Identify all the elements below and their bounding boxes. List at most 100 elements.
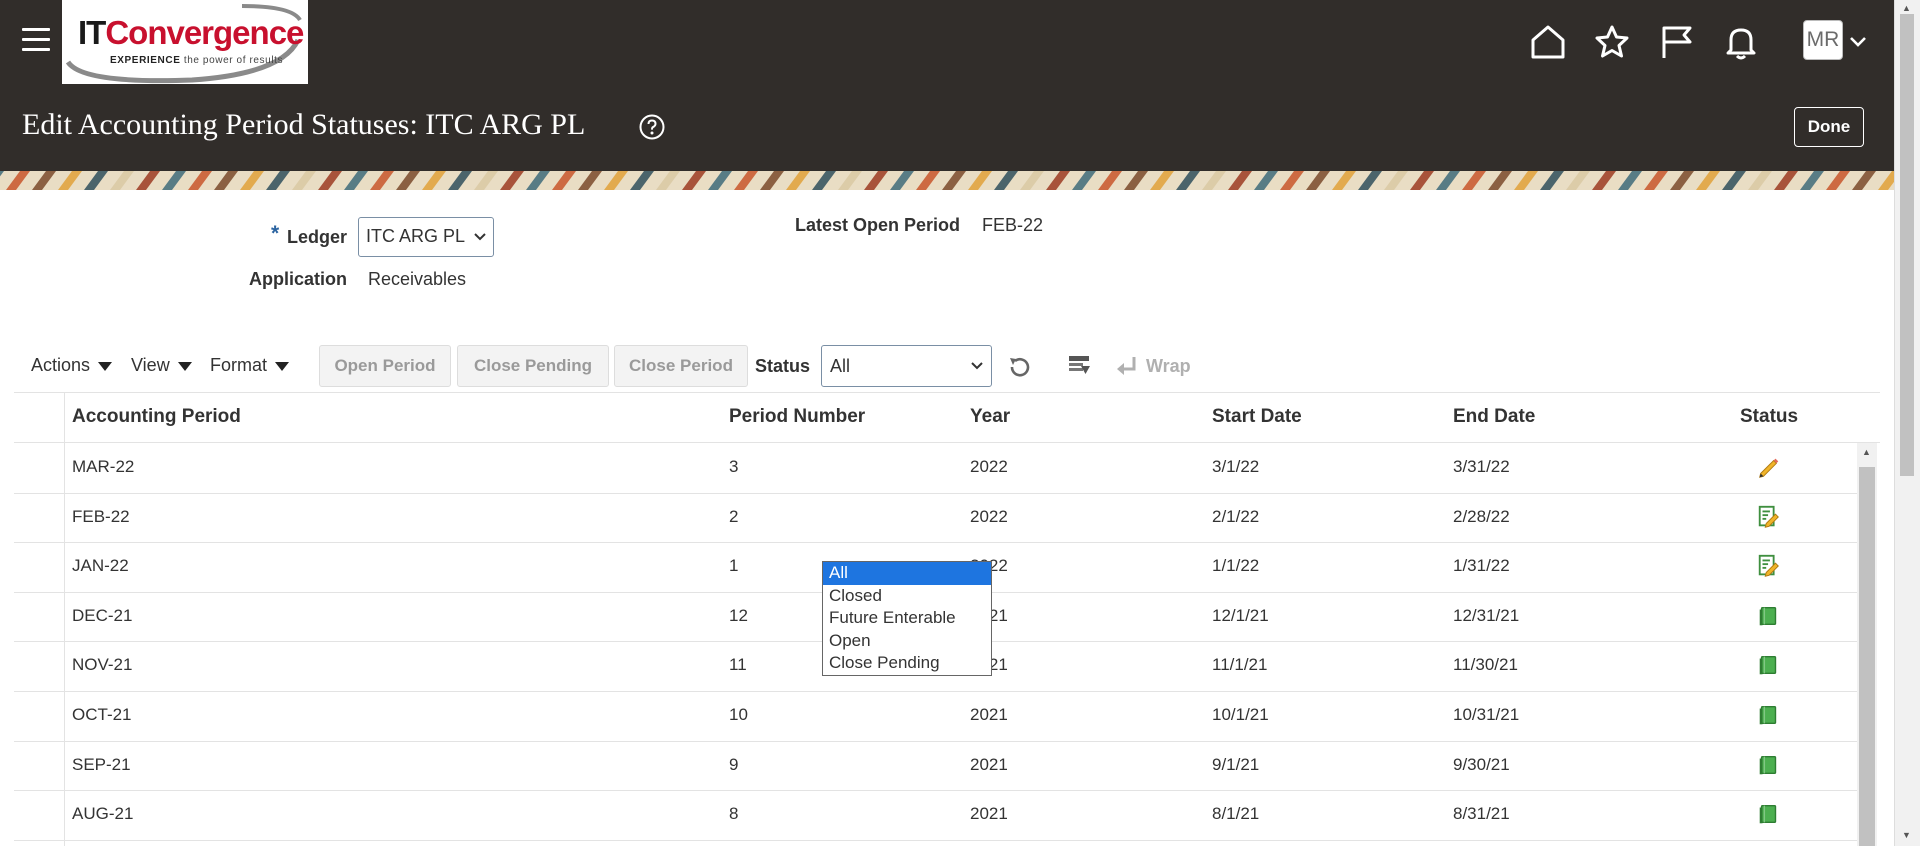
close-pending-button[interactable]: Close Pending (457, 345, 609, 387)
format-menu-label: Format (210, 355, 268, 375)
cell-accounting-period: AUG-21 (72, 804, 134, 824)
cell-period-number: 2 (729, 506, 739, 526)
status-option-future-enterable[interactable]: Future Enterable (823, 607, 991, 630)
cell-year: 2021 (970, 705, 1008, 724)
cell-start-date: 1/1/22 (1212, 556, 1260, 576)
user-avatar[interactable]: MR (1803, 20, 1843, 60)
navigator-menu-icon[interactable] (22, 28, 50, 54)
cell-period-number: 1 (729, 556, 739, 576)
status-filter-label: Status (755, 356, 811, 376)
required-marker: * (271, 222, 280, 245)
cell-year: 2022 (970, 506, 1008, 526)
page-title: Edit Accounting Period Statuses: ITC ARG… (22, 108, 586, 141)
freeze-columns-icon[interactable] (1066, 352, 1094, 380)
home-icon[interactable] (1528, 22, 1568, 62)
closed-book-icon[interactable] (1756, 702, 1782, 728)
cell-end-date: 2/28/22 (1453, 506, 1510, 526)
closed-book-icon[interactable] (1756, 801, 1782, 827)
column-header-year[interactable]: Year (970, 406, 1010, 428)
cell-period-number: 9 (729, 754, 739, 774)
cell-start-date: 2/1/22 (1212, 506, 1260, 526)
logo-tagline: EXPERIENCE the power of results (110, 55, 284, 66)
cell-end-date: 8/31/21 (1453, 804, 1510, 824)
cell-period-number: 10 (729, 705, 748, 724)
latest-open-period-label: Latest Open Period (795, 215, 961, 235)
global-header: ITConvergence EXPERIENCE the power of re… (0, 0, 1894, 171)
closed-book-icon[interactable] (1756, 652, 1782, 678)
cell-accounting-period: NOV-21 (72, 655, 133, 675)
column-header-start-date[interactable]: Start Date (1212, 406, 1302, 428)
chevron-down-icon[interactable] (1848, 32, 1868, 52)
table-row[interactable] (14, 691, 1857, 741)
table-scrollbar-thumb[interactable] (1859, 467, 1875, 846)
close-period-button[interactable]: Close Period (614, 345, 748, 387)
bell-icon[interactable] (1721, 22, 1761, 62)
open-period-button[interactable]: Open Period (319, 345, 451, 387)
ledger-label: Ledger (287, 227, 348, 247)
cell-period-number: 11 (729, 655, 747, 675)
help-icon[interactable] (638, 113, 666, 141)
done-button[interactable]: Done (1794, 107, 1864, 147)
status-dropdown-list[interactable]: All Closed Future Enterable Open Close P… (822, 561, 992, 676)
dropdown-arrow-icon (275, 361, 290, 371)
column-header-status[interactable]: Status (1740, 406, 1798, 428)
chevron-down-icon (474, 233, 486, 241)
cell-accounting-period: OCT-21 (72, 705, 132, 724)
wrap-icon[interactable] (1114, 354, 1140, 380)
status-option-closed[interactable]: Closed (823, 585, 991, 608)
table-row[interactable] (14, 741, 1857, 791)
dropdown-arrow-icon (98, 361, 113, 371)
table-row[interactable] (14, 493, 1857, 543)
flag-icon[interactable] (1656, 22, 1696, 62)
column-header-period-number[interactable]: Period Number (729, 406, 865, 428)
ledger-select[interactable]: ITC ARG PL (358, 217, 494, 257)
wrap-label[interactable]: Wrap (1146, 356, 1191, 377)
scroll-up-icon[interactable]: ▲ (1902, 3, 1911, 13)
ledger-value: ITC ARG PL (366, 226, 466, 246)
scroll-down-icon[interactable]: ▼ (1902, 830, 1911, 840)
table-scrollbar[interactable]: ▲ (1857, 443, 1877, 846)
page-scrollbar-thumb[interactable] (1900, 14, 1914, 476)
cell-start-date: 9/1/21 (1212, 754, 1260, 774)
scroll-up-icon[interactable]: ▲ (1862, 447, 1871, 457)
dropdown-arrow-icon (177, 361, 192, 371)
status-filter-select[interactable]: All (821, 345, 992, 387)
application-value: Receivables (368, 269, 467, 289)
cell-end-date: 12/31/21 (1453, 605, 1520, 625)
edit-document-icon[interactable] (1756, 504, 1782, 530)
cell-accounting-period: FEB-22 (72, 506, 130, 526)
star-icon[interactable] (1592, 22, 1632, 62)
actions-menu-label: Actions (31, 355, 91, 375)
edit-document-icon[interactable] (1756, 553, 1782, 579)
status-option-close-pending[interactable]: Close Pending (823, 652, 991, 675)
column-header-end-date[interactable]: End Date (1453, 406, 1535, 428)
cell-end-date: 3/31/22 (1453, 457, 1510, 476)
cell-start-date: 8/1/21 (1212, 804, 1260, 824)
company-logo[interactable]: ITConvergence EXPERIENCE the power of re… (62, 0, 308, 84)
cell-period-number: 3 (729, 457, 739, 476)
table-row[interactable] (14, 790, 1857, 840)
page-scrollbar[interactable]: ▲ ▼ (1894, 0, 1920, 846)
table-row[interactable] (14, 443, 1857, 493)
cell-start-date: 10/1/21 (1212, 705, 1269, 724)
row-divider (14, 839, 1857, 841)
cell-period-number: 8 (729, 804, 739, 824)
actions-menu[interactable]: Actions (31, 355, 113, 376)
status-option-open[interactable]: Open (823, 630, 991, 653)
cell-accounting-period: DEC-21 (72, 605, 133, 625)
pencil-icon[interactable] (1756, 454, 1782, 480)
latest-open-period-value: FEB-22 (982, 215, 1044, 235)
column-header-accounting-period[interactable]: Accounting Period (72, 406, 241, 428)
cell-end-date: 11/30/21 (1453, 655, 1518, 675)
closed-book-icon[interactable] (1756, 752, 1782, 778)
application-label: Application (249, 269, 347, 289)
cell-start-date: 12/1/21 (1212, 605, 1269, 625)
status-option-all[interactable]: All (823, 562, 991, 585)
closed-book-icon[interactable] (1756, 603, 1782, 629)
view-menu[interactable]: View (131, 355, 192, 376)
logo-wordmark: ITConvergence (78, 14, 304, 51)
format-menu[interactable]: Format (210, 355, 290, 376)
cell-end-date: 9/30/21 (1453, 754, 1510, 774)
refresh-icon[interactable] (1006, 354, 1032, 380)
view-menu-label: View (131, 355, 170, 375)
